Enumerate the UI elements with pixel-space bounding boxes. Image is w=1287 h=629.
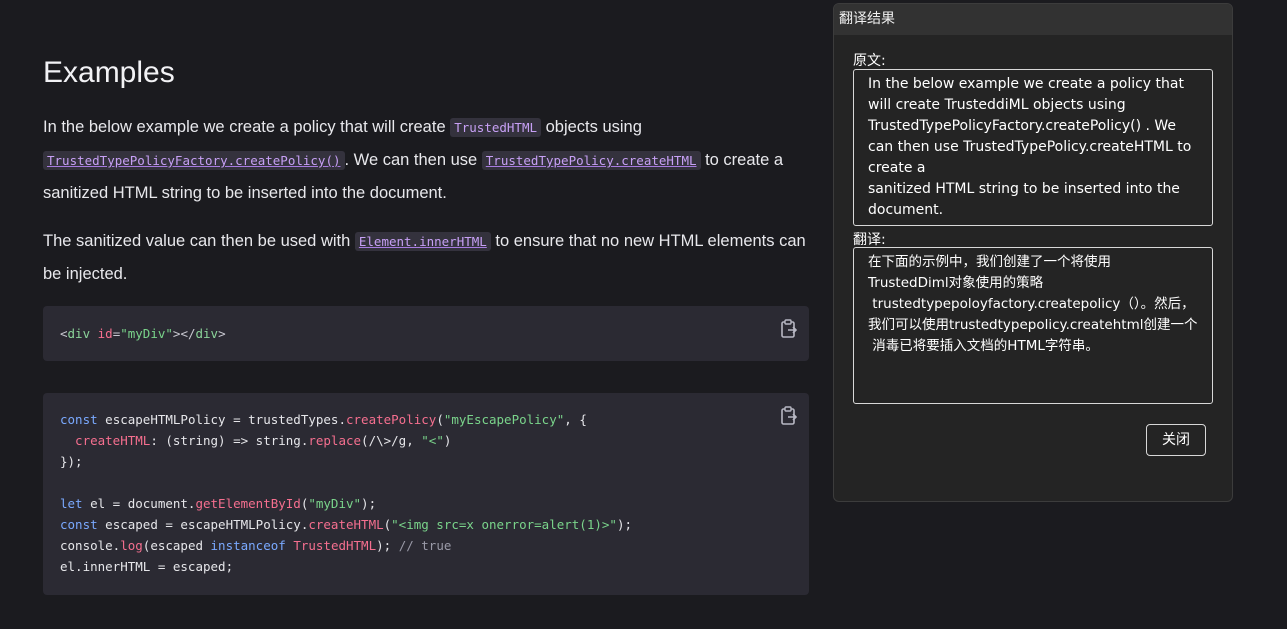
paragraph-2: The sanitized value can then be used wit… bbox=[43, 225, 809, 290]
link-createpolicy[interactable]: TrustedTypePolicyFactory.createPolicy() bbox=[43, 151, 345, 170]
source-label: 原文: bbox=[853, 53, 886, 69]
text-fragment: . We can then use bbox=[344, 151, 482, 169]
translation-panel: 翻译结果 原文: In the below example we create … bbox=[833, 3, 1233, 502]
paragraph-1: In the below example we create a policy … bbox=[43, 111, 809, 209]
translation-text-box[interactable]: 在下面的示例中，我们创建了一个将使用 TrustedDiml对象使用的策略 tr… bbox=[853, 247, 1213, 404]
link-createhtml[interactable]: TrustedTypePolicy.createHTML bbox=[481, 151, 701, 170]
code-block-js: const escapeHTMLPolicy = trustedTypes.cr… bbox=[43, 393, 809, 595]
link-innerhtml[interactable]: Element.innerHTML bbox=[354, 232, 491, 251]
text-fragment: objects using bbox=[541, 118, 642, 136]
text-fragment: In the below example we create a policy … bbox=[43, 118, 451, 136]
code-trustedhtml: TrustedHTML bbox=[450, 118, 542, 137]
clipboard-icon[interactable] bbox=[779, 405, 799, 427]
source-text-box[interactable]: In the below example we create a policy … bbox=[853, 69, 1213, 226]
panel-title: 翻译结果 bbox=[834, 4, 1232, 35]
clipboard-icon[interactable] bbox=[779, 318, 799, 340]
section-heading: Examples bbox=[43, 56, 175, 89]
translation-label: 翻译: bbox=[853, 232, 886, 248]
text-fragment: The sanitized value can then be used wit… bbox=[43, 232, 355, 250]
code-block-html: <div id="myDiv"></div> bbox=[43, 306, 809, 361]
close-button[interactable]: 关闭 bbox=[1146, 424, 1206, 456]
article: Examples In the below example we create … bbox=[43, 52, 809, 595]
